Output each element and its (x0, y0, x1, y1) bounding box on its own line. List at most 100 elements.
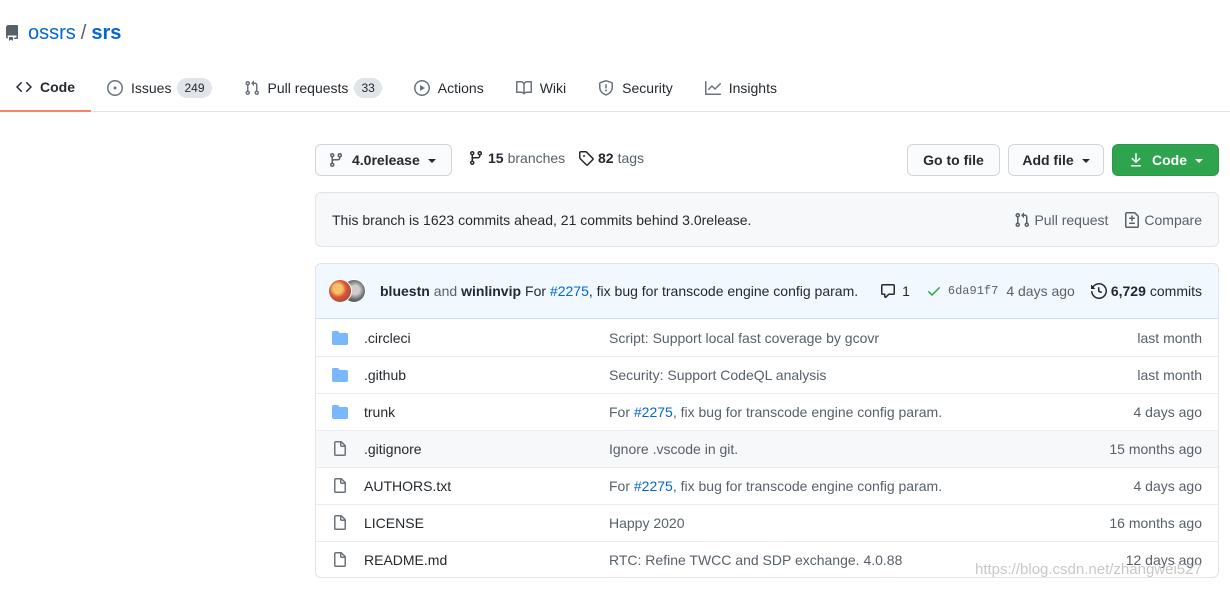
compare-label: Compare (1144, 211, 1202, 228)
tab-security[interactable]: Security (582, 64, 689, 111)
commit-issue-link[interactable]: #2275 (634, 478, 673, 494)
tab-code[interactable]: Code (0, 64, 91, 112)
shield-icon (598, 79, 614, 96)
file-icon (332, 441, 348, 457)
go-to-file-button[interactable]: Go to file (907, 144, 1000, 176)
tags-link[interactable]: 82 tags (578, 150, 644, 166)
tab-pull-requests[interactable]: Pull requests 33 (228, 64, 398, 111)
commit-message-suffix: , fix bug for transcode engine config pa… (672, 478, 943, 494)
pull-request-icon (1014, 212, 1030, 228)
issues-count-badge: 249 (177, 77, 212, 98)
tab-wiki[interactable]: Wiki (500, 64, 582, 111)
file-commit-age: 4 days ago (1133, 404, 1203, 420)
file-name-link[interactable]: LICENSE (364, 515, 609, 531)
avatar[interactable] (328, 279, 352, 303)
branches-label: branches (507, 150, 566, 166)
commits-label: commits (1149, 283, 1202, 299)
branches-link[interactable]: 15 branches (468, 150, 565, 166)
branch-select-button[interactable]: 4.0release (315, 144, 452, 176)
repo-icon (4, 25, 20, 41)
history-icon (1090, 283, 1107, 299)
file-name-link[interactable]: trunk (364, 404, 609, 420)
file-commit-message-link[interactable]: Ignore .vscode in git. (609, 441, 1062, 457)
git-branch-icon (468, 150, 484, 166)
commit-sha-link[interactable]: 6da91f7 (948, 284, 998, 298)
commit-message-suffix: , fix bug for transcode engine config pa… (588, 283, 859, 299)
commit-age: 4 days ago (1006, 283, 1075, 299)
commit-history-link[interactable]: 6,729 commits (1090, 283, 1202, 299)
file-name-link[interactable]: .gitignore (364, 441, 609, 457)
tab-actions[interactable]: Actions (398, 64, 500, 111)
commit-comments-link[interactable]: 1 (880, 283, 910, 299)
repo-owner-link[interactable]: ossrs (28, 22, 76, 45)
repo-name-link[interactable]: srs (91, 22, 121, 45)
file-commit-message-link[interactable]: Security: Support CodeQL analysis (609, 367, 1062, 383)
file-commit-age: 15 months ago (1109, 441, 1202, 457)
chevron-down-icon (1081, 159, 1090, 163)
file-row[interactable]: .circleci Script: Support local fast cove… (316, 319, 1218, 356)
watermark: https://blog.csdn.net/zhangwei527 (975, 561, 1202, 578)
tag-icon (578, 150, 594, 166)
repo-title: ossrs / srs (4, 20, 121, 46)
compare-link[interactable]: Compare (1124, 211, 1202, 228)
file-row[interactable]: LICENSE Happy 2020 16 months ago (316, 504, 1218, 541)
code-icon (16, 79, 32, 95)
branches-count: 15 (488, 150, 504, 166)
git-branch-icon (328, 152, 344, 168)
tags-label: tags (617, 150, 645, 166)
book-icon (515, 80, 532, 96)
tab-label: Issues (131, 79, 172, 96)
file-commit-message-link[interactable]: Happy 2020 (609, 515, 1062, 531)
commit-and-text: and (433, 283, 458, 299)
latest-commit-bar: bluestn and winlinvip For #2275, fix bug… (316, 264, 1218, 319)
add-file-button[interactable]: Add file (1008, 144, 1104, 176)
file-commit-message-link[interactable]: For #2275, fix bug for transcode engine … (609, 404, 1062, 420)
file-browser: bluestn and winlinvip For #2275, fix bug… (315, 263, 1219, 578)
comments-count: 1 (902, 283, 910, 299)
commit-issue-link[interactable]: #2275 (634, 404, 673, 420)
code-download-button[interactable]: Code (1112, 144, 1219, 176)
tab-label: Wiki (539, 79, 567, 96)
tab-issues[interactable]: Issues 249 (91, 64, 228, 111)
tab-label: Insights (728, 79, 777, 96)
commit-issue-link[interactable]: #2275 (550, 283, 589, 299)
file-list: .circleci Script: Support local fast cove… (316, 319, 1218, 577)
tags-count: 82 (598, 150, 614, 166)
file-name-link[interactable]: .github (364, 367, 609, 383)
branch-name: 4.0release (352, 152, 420, 168)
file-commit-message-link[interactable]: Script: Support local fast coverage by g… (609, 330, 1062, 346)
play-icon (413, 79, 430, 96)
file-diff-icon (1124, 211, 1140, 228)
commit-message-prefix: For (525, 283, 547, 299)
file-row[interactable]: trunk For #2275, fix bug for transcode en… (316, 393, 1218, 430)
file-name-link[interactable]: AUTHORS.txt (364, 478, 609, 494)
commits-count: 6,729 (1110, 283, 1146, 299)
tab-label: Code (40, 79, 75, 95)
file-commit-age: last month (1137, 367, 1202, 383)
file-icon (332, 478, 348, 494)
commit-message-link[interactable]: For #2275, fix bug for transcode engine … (525, 283, 858, 299)
issue-icon (107, 79, 123, 96)
download-icon (1128, 152, 1144, 168)
file-commit-age: last month (1137, 329, 1202, 346)
check-icon[interactable] (926, 283, 942, 299)
commit-message-prefix: For (609, 478, 634, 494)
go-to-file-label: Go to file (923, 152, 984, 168)
tab-label: Security (622, 79, 673, 96)
file-row[interactable]: AUTHORS.txt For #2275, fix bug for transc… (316, 467, 1218, 504)
commit-message-prefix: For (609, 404, 634, 420)
commit-avatars (328, 279, 368, 303)
pull-requests-count-badge: 33 (354, 77, 382, 98)
tab-label: Actions (437, 79, 484, 96)
commit-author-link[interactable]: bluestn (380, 283, 430, 299)
commit-coauthor-link[interactable]: winlinvip (461, 283, 521, 299)
file-row[interactable]: .gitignore Ignore .vscode in git. 15 month… (316, 430, 1218, 467)
pull-request-link[interactable]: Pull request (1014, 212, 1108, 228)
tab-insights[interactable]: Insights (689, 64, 793, 111)
file-name-link[interactable]: .circleci (364, 330, 609, 346)
file-name-link[interactable]: README.md (364, 552, 609, 568)
add-file-label: Add file (1022, 152, 1074, 168)
file-commit-message-link[interactable]: For #2275, fix bug for transcode engine … (609, 478, 1062, 494)
file-row[interactable]: .github Security: Support CodeQL analysis… (316, 356, 1218, 393)
file-icon (332, 515, 348, 531)
